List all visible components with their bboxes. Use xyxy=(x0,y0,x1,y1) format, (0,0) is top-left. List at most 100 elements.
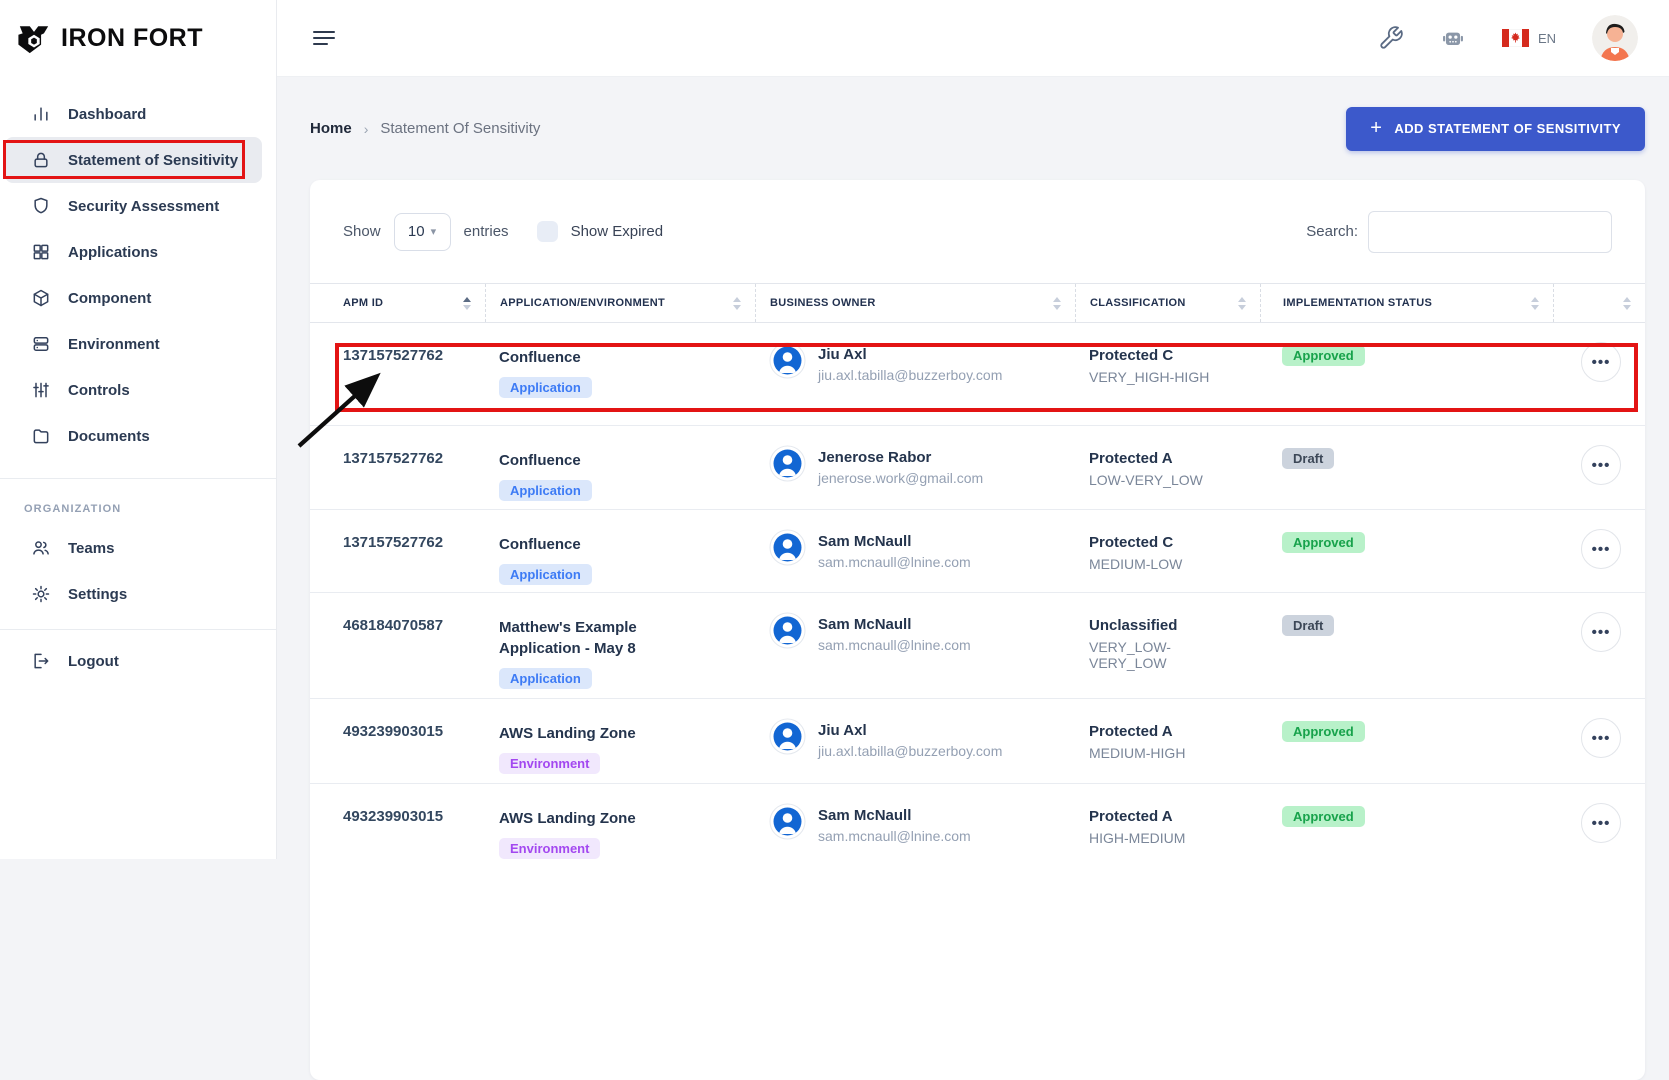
cube-icon xyxy=(31,288,51,308)
row-actions-button[interactable]: ••• xyxy=(1581,445,1621,485)
column-header-actions[interactable] xyxy=(1553,284,1645,322)
application-cell: Confluence Application xyxy=(485,323,755,425)
owner-avatar-icon xyxy=(769,803,806,840)
wrench-icon[interactable] xyxy=(1378,25,1404,51)
owner-name: Sam McNaull xyxy=(818,526,971,550)
application-name: Confluence xyxy=(499,347,677,368)
apm-id-cell: 493239903015 xyxy=(310,699,485,783)
table-row: 468184070587 Matthew's Example Applicati… xyxy=(310,592,1645,698)
type-badge: Application xyxy=(499,377,592,398)
sidebar-item-logout[interactable]: Logout xyxy=(5,638,262,684)
sidebar-item-applications[interactable]: Applications xyxy=(5,229,262,275)
main-content: Home › Statement Of Sensitivity + ADD ST… xyxy=(277,77,1669,859)
sort-icon xyxy=(733,297,741,310)
folder-icon xyxy=(31,426,51,446)
sidebar-item-component[interactable]: Component xyxy=(5,275,262,321)
show-expired-label: Show Expired xyxy=(571,223,664,240)
sidebar-item-security-assessment[interactable]: Security Assessment xyxy=(5,183,262,229)
application-name: AWS Landing Zone xyxy=(499,808,677,829)
show-expired-checkbox[interactable] xyxy=(537,221,558,242)
apm-id-cell: 137157527762 xyxy=(310,323,485,425)
table-row: 137157527762 Confluence Application Jiu … xyxy=(310,323,1645,425)
user-avatar[interactable] xyxy=(1592,15,1638,61)
column-header-classification[interactable]: CLASSIFICATION xyxy=(1075,284,1260,322)
sidebar-item-dashboard[interactable]: Dashboard xyxy=(5,91,262,137)
sidebar-item-settings[interactable]: Settings xyxy=(5,571,262,617)
status-badge: Approved xyxy=(1282,721,1365,742)
owner-avatar-icon xyxy=(769,612,806,649)
column-header-application-environment[interactable]: APPLICATION/ENVIRONMENT xyxy=(485,284,755,322)
column-header-apm-id[interactable]: APM ID xyxy=(310,284,485,322)
status-cell: Draft xyxy=(1260,426,1553,509)
owner-name: Jiu Axl xyxy=(818,715,1002,739)
row-actions-button[interactable]: ••• xyxy=(1581,529,1621,569)
lock-icon xyxy=(31,150,51,170)
owner-email: sam.mcnaull@lnine.com xyxy=(818,824,971,844)
table-header: APM ID APPLICATION/ENVIRONMENT BUSINESS … xyxy=(310,283,1645,323)
server-icon xyxy=(31,334,51,354)
sort-icon xyxy=(1053,297,1061,310)
entries-select[interactable]: 10 ▾ xyxy=(394,213,451,251)
sidebar-item-statement-of-sensitivity[interactable]: Statement of Sensitivity xyxy=(5,137,262,183)
actions-cell: ••• xyxy=(1553,510,1645,592)
canada-flag-icon xyxy=(1502,29,1529,47)
sort-icon xyxy=(1623,297,1631,310)
application-name: Confluence xyxy=(499,450,677,471)
column-header-implementation-status[interactable]: IMPLEMENTATION STATUS xyxy=(1260,284,1553,322)
business-owner-cell: Jiu Axl jiu.axl.tabilla@buzzerboy.com xyxy=(755,699,1075,783)
brand-name: IRON FORT xyxy=(61,24,203,53)
sidebar-item-teams[interactable]: Teams xyxy=(5,525,262,571)
language-switcher[interactable]: EN xyxy=(1502,29,1556,47)
application-cell: AWS Landing Zone Environment xyxy=(485,699,755,783)
brand-logo[interactable]: IRON FORT xyxy=(0,0,276,77)
business-owner-cell: Sam McNaull sam.mcnaull@lnine.com xyxy=(755,593,1075,698)
menu-icon[interactable] xyxy=(313,27,335,48)
robot-icon[interactable] xyxy=(1440,25,1466,51)
actions-cell: ••• xyxy=(1553,426,1645,509)
classification-level: Protected C xyxy=(1089,534,1246,551)
sidebar-item-controls[interactable]: Controls xyxy=(5,367,262,413)
application-cell: Matthew's Example Application - May 8 Ap… xyxy=(485,593,755,698)
sidebar-section-organization: ORGANIZATION xyxy=(0,479,276,525)
add-statement-button[interactable]: + ADD STATEMENT OF SENSITIVITY xyxy=(1346,107,1645,151)
table-row: 137157527762 Confluence Application Jene… xyxy=(310,425,1645,509)
sidebar-item-environment[interactable]: Environment xyxy=(5,321,262,367)
breadcrumb-home-link[interactable]: Home xyxy=(310,120,352,137)
row-actions-button[interactable]: ••• xyxy=(1581,612,1621,652)
table-row: 137157527762 Confluence Application Sam … xyxy=(310,509,1645,592)
row-actions-button[interactable]: ••• xyxy=(1581,342,1621,382)
status-cell: Draft xyxy=(1260,593,1553,698)
actions-cell: ••• xyxy=(1553,784,1645,903)
business-owner-cell: Jenerose Rabor jenerose.work@gmail.com xyxy=(755,426,1075,509)
classification-level: Protected A xyxy=(1089,450,1246,467)
classification-detail: VERY_LOW-VERY_LOW xyxy=(1089,634,1246,671)
application-cell: AWS Landing Zone Environment xyxy=(485,784,755,903)
gear-icon xyxy=(31,584,51,604)
classification-cell: Unclassified VERY_LOW-VERY_LOW xyxy=(1075,593,1260,698)
row-actions-button[interactable]: ••• xyxy=(1581,803,1621,843)
search-input[interactable] xyxy=(1368,211,1612,253)
owner-avatar-icon xyxy=(769,718,806,755)
table-row: 493239903015 AWS Landing Zone Environmen… xyxy=(310,698,1645,783)
apm-id-cell: 468184070587 xyxy=(310,593,485,698)
type-badge: Environment xyxy=(499,838,600,859)
business-owner-cell: Jiu Axl jiu.axl.tabilla@buzzerboy.com xyxy=(755,323,1075,425)
show-label: Show xyxy=(343,223,381,240)
sort-icon xyxy=(1238,297,1246,310)
row-actions-button[interactable]: ••• xyxy=(1581,718,1621,758)
classification-detail: MEDIUM-LOW xyxy=(1089,551,1246,572)
classification-level: Protected C xyxy=(1089,347,1246,364)
actions-cell: ••• xyxy=(1553,593,1645,698)
sidebar-item-documents[interactable]: Documents xyxy=(5,413,262,459)
language-code: EN xyxy=(1538,31,1556,46)
classification-level: Unclassified xyxy=(1089,617,1246,634)
sidebar-divider xyxy=(0,629,276,630)
owner-email: sam.mcnaull@lnine.com xyxy=(818,550,971,570)
owner-name: Sam McNaull xyxy=(818,800,971,824)
owner-name: Jenerose Rabor xyxy=(818,442,983,466)
application-cell: Confluence Application xyxy=(485,426,755,509)
status-badge: Approved xyxy=(1282,345,1365,366)
status-cell: Approved xyxy=(1260,323,1553,425)
column-header-business-owner[interactable]: BUSINESS OWNER xyxy=(755,284,1075,322)
owner-email: jiu.axl.tabilla@buzzerboy.com xyxy=(818,363,1002,383)
